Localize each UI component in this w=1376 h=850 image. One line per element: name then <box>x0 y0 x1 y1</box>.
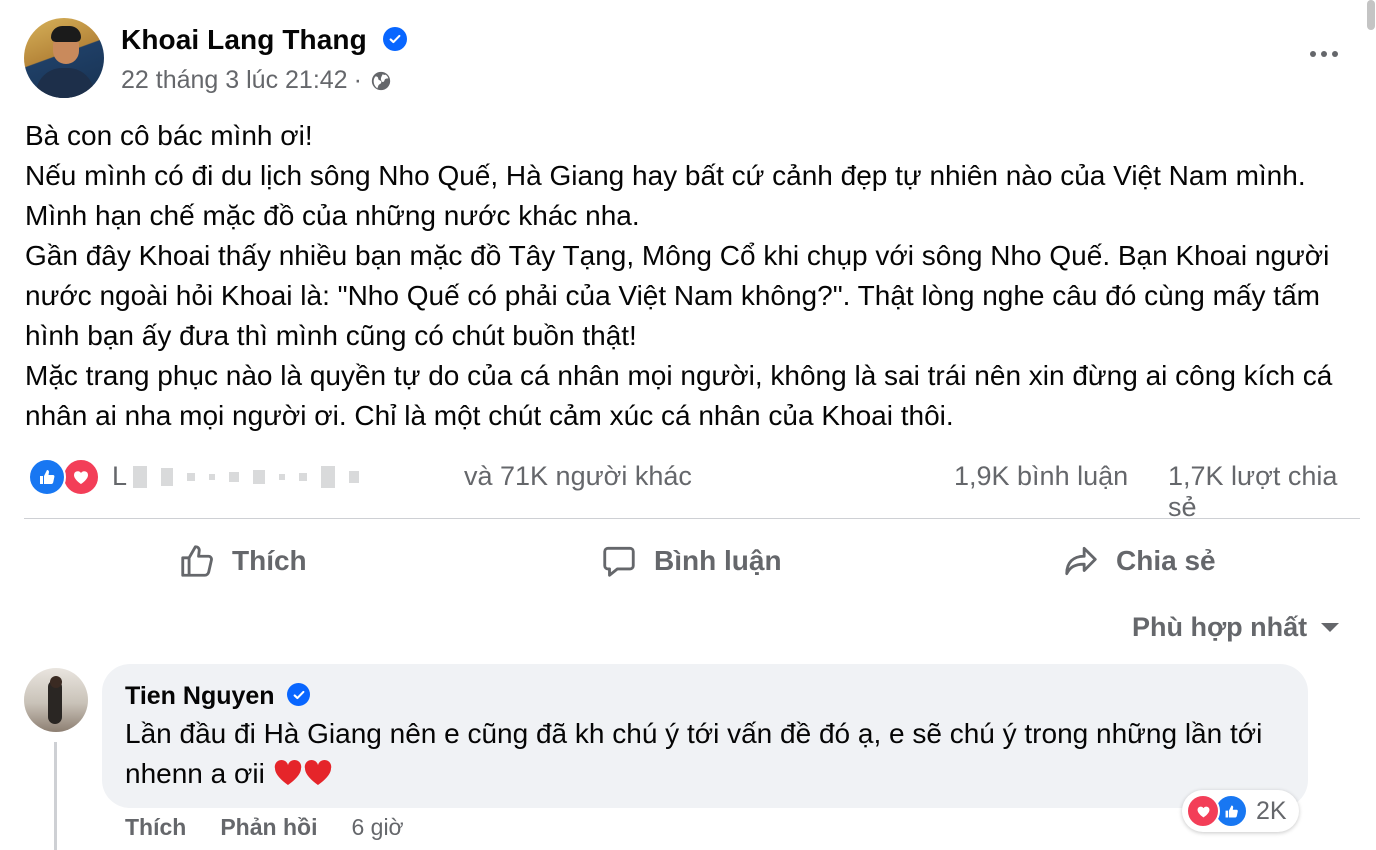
caret-down-icon <box>1321 623 1340 632</box>
comment-time[interactable]: 6 giờ <box>351 814 403 841</box>
reactions-summary: L và 71K người khác 1,9K bình luận 1,7K … <box>26 455 1360 522</box>
dot-icon <box>1332 51 1338 57</box>
post-line: Mặc trang phục nào là quyền tự do của cá… <box>25 360 1333 431</box>
comment-text: Lần đầu đi Hà Giang nên e cũng đã kh chú… <box>125 714 1285 794</box>
comment-reaction-count: 2K <box>1256 796 1287 825</box>
comment-reply-link[interactable]: Phản hồi <box>220 814 317 841</box>
like-button[interactable]: Thích <box>178 538 307 584</box>
comment-icon <box>603 546 635 577</box>
names-prefix: L <box>112 461 128 491</box>
red-heart-emoji-icon <box>304 760 331 785</box>
sort-label: Phù hợp nhất <box>1132 612 1308 642</box>
thread-line <box>54 742 57 850</box>
post-line: Gần đây Khoai thấy nhiều bạn mặc đồ Tây … <box>25 240 1330 351</box>
comment-button[interactable]: Bình luận <box>600 538 782 584</box>
globe-icon <box>371 71 391 90</box>
meta-separator: · <box>353 66 362 94</box>
love-reaction-icon <box>1186 794 1220 828</box>
post-timestamp[interactable]: 22 tháng 3 lúc 21:42 <box>121 66 348 95</box>
more-options-button[interactable] <box>1304 40 1344 68</box>
reactor-names-blurred[interactable]: L <box>112 461 363 492</box>
commenter-name[interactable]: Tien Nguyen <box>125 682 275 711</box>
love-reaction-icon <box>62 458 100 496</box>
scrollbar-thumb[interactable] <box>1367 0 1375 30</box>
post-text: Bà con cô bác mình ơi! Nếu mình có đi du… <box>25 116 1355 436</box>
author-name[interactable]: Khoai Lang Thang <box>121 24 367 56</box>
share-icon <box>1065 546 1097 576</box>
like-label: Thích <box>232 545 307 576</box>
post-line: Nếu mình có đi du lịch sông Nho Quế, Hà … <box>25 160 1306 231</box>
comment-like-link[interactable]: Thích <box>125 814 186 841</box>
reaction-icons[interactable] <box>26 458 102 496</box>
post-meta: 22 tháng 3 lúc 21:42 · <box>121 66 392 95</box>
thumbs-up-icon <box>181 545 213 577</box>
comment-sort-dropdown[interactable]: Phù hợp nhất <box>1132 612 1340 643</box>
verified-badge-icon <box>287 683 310 706</box>
reaction-count[interactable]: và 71K người khác <box>464 461 692 492</box>
red-heart-emoji-icon <box>274 760 301 785</box>
dot-icon <box>1321 51 1327 57</box>
comment-reactions[interactable]: 2K <box>1182 790 1299 832</box>
post-line: Bà con cô bác mình ơi! <box>25 120 313 151</box>
comment-count[interactable]: 1,9K bình luận <box>954 461 1128 492</box>
facebook-post: Khoai Lang Thang 22 tháng 3 lúc 21:42 · … <box>0 0 1376 850</box>
blurred-text <box>133 465 360 488</box>
share-count[interactable]: 1,7K lượt chia sẻ <box>1168 461 1360 523</box>
like-reaction-icon <box>28 458 66 496</box>
commenter-avatar[interactable] <box>24 668 88 732</box>
dot-icon <box>1310 51 1316 57</box>
author-avatar[interactable] <box>24 18 104 98</box>
share-label: Chia sẻ <box>1116 545 1216 576</box>
comment-actions: Thích Phản hồi 6 giờ <box>125 814 404 841</box>
comment-label: Bình luận <box>654 545 782 576</box>
share-button[interactable]: Chia sẻ <box>1062 538 1216 584</box>
divider <box>24 518 1360 519</box>
verified-badge-icon <box>383 27 407 51</box>
